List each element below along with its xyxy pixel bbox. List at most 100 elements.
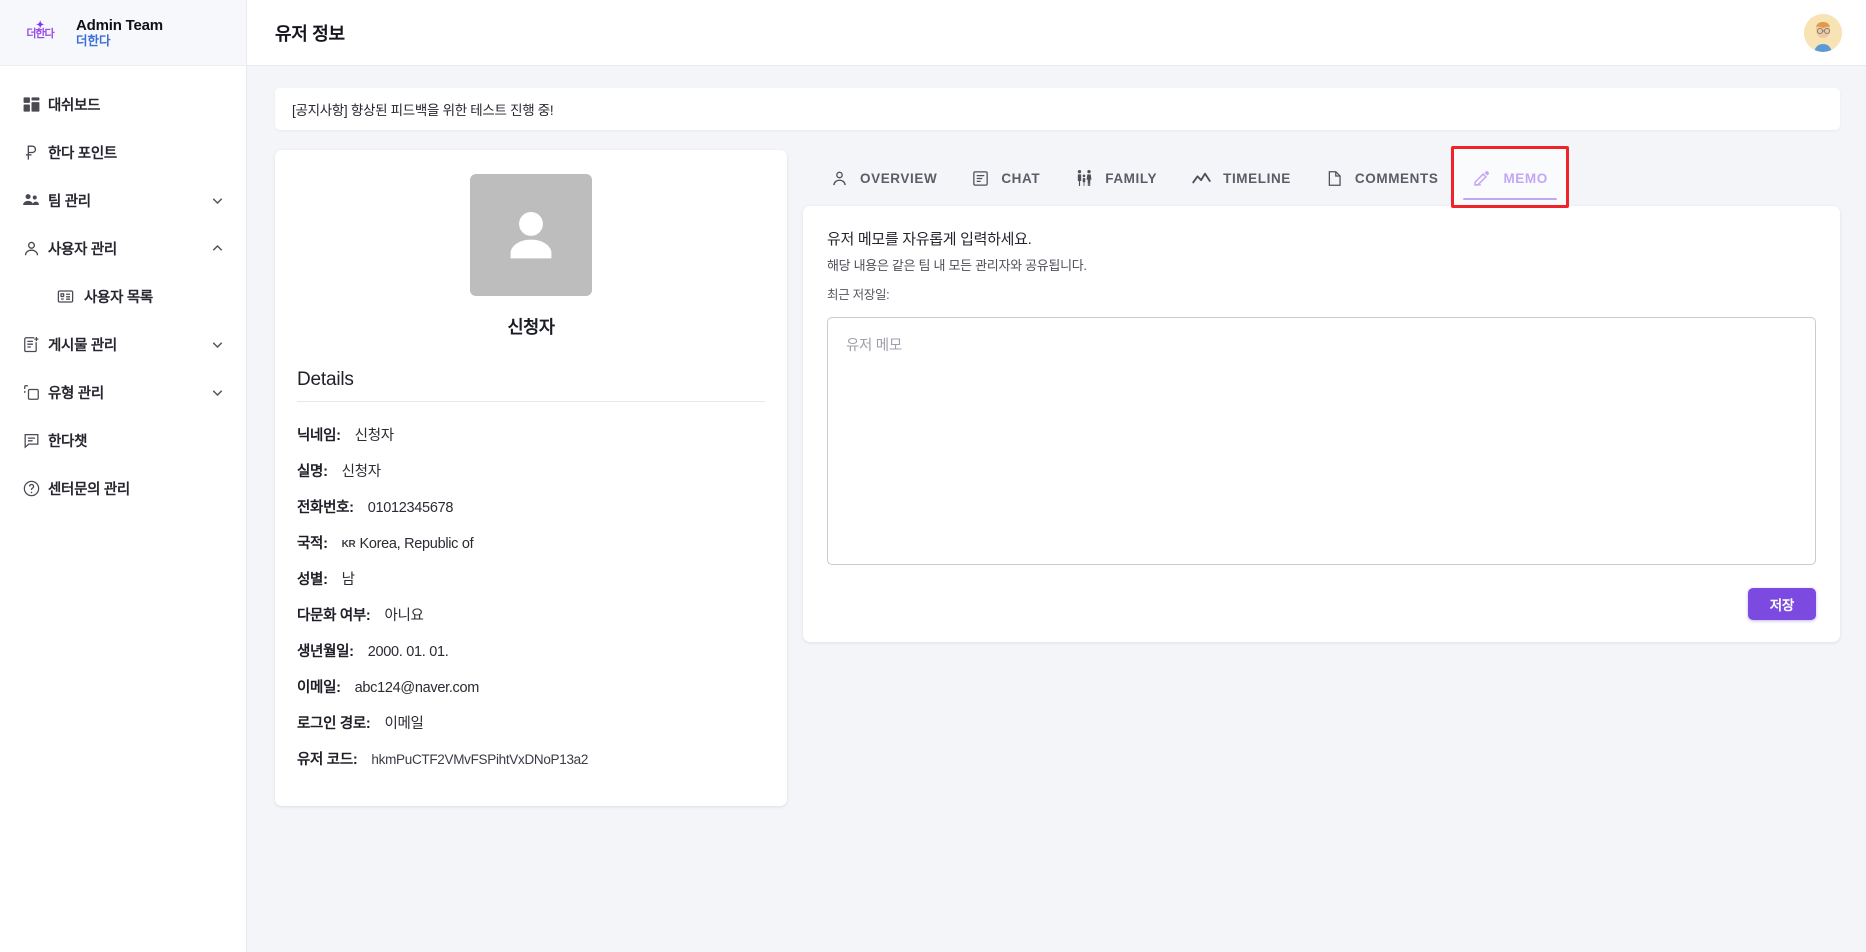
sidebar-item-7[interactable]: 한다챗 <box>0 416 246 464</box>
handa-logo-icon: 더한다 ✦ <box>18 20 62 46</box>
user-icon <box>14 236 48 260</box>
right-panel: OVERVIEW CHAT FAMILY TIMELINE COMMENTS MEMO 유… <box>803 146 1840 642</box>
sidebar-item-8[interactable]: 센터문의 관리 <box>0 464 246 512</box>
sparkle-icon: ✦ <box>36 19 44 31</box>
help-circle-icon <box>14 476 48 500</box>
tab-label: COMMENTS <box>1354 170 1439 186</box>
tab-label: CHAT <box>1001 170 1041 186</box>
detail-row: 로그인 경로: 이메일 <box>297 704 765 740</box>
detail-row: 생년월일: 2000. 01. 01. <box>297 632 765 668</box>
tab-overview[interactable]: OVERVIEW <box>813 150 954 206</box>
detail-value-text: 2000. 01. 01. <box>367 643 449 660</box>
notice-text: [공지사항] 향상된 피드백을 위한 테스트 진행 중! <box>292 103 554 118</box>
brand-subtitle: 더한다 <box>76 33 111 48</box>
brand-header[interactable]: 더한다 ✦ Admin Team 더한다 <box>0 0 246 66</box>
page-title: 유저 정보 <box>275 23 345 44</box>
pencil-edit-icon <box>1472 168 1492 188</box>
detail-value-text: 신청자 <box>354 427 394 444</box>
sidebar-item-4[interactable]: 사용자 목록 <box>0 272 246 320</box>
user-avatar-icon <box>1804 13 1842 52</box>
detail-value-text: abc124@naver.com <box>354 679 480 696</box>
sidebar-item-label: 팀 관리 <box>48 193 91 210</box>
detail-value: abc124@naver.com <box>354 679 480 696</box>
detail-value: hkmPuCTF2VMvFSPihtVxDNoP13a2 <box>371 752 588 767</box>
detail-key: 생년월일: <box>297 643 354 660</box>
tab-bar: OVERVIEW CHAT FAMILY TIMELINE COMMENTS MEMO <box>803 150 1840 206</box>
detail-row: 실명: 신청자 <box>297 452 765 488</box>
avatar[interactable] <box>1804 13 1842 52</box>
detail-row: 성별: 남 <box>297 560 765 596</box>
country-code-icon: KR <box>341 538 356 550</box>
sidebar-item-label: 사용자 관리 <box>48 241 117 258</box>
sidebar-item-1[interactable]: 한다 포인트 <box>0 128 246 176</box>
tab-family[interactable]: FAMILY <box>1057 150 1174 206</box>
sidebar-item-5[interactable]: 게시물 관리 <box>0 320 246 368</box>
sidebar-item-0[interactable]: 대쉬보드 <box>0 80 246 128</box>
detail-key: 성별: <box>297 571 328 588</box>
notice-banner[interactable]: [공지사항] 향상된 피드백을 위한 테스트 진행 중! <box>275 88 1840 130</box>
list-card-icon <box>46 284 84 308</box>
detail-value: 남 <box>342 568 355 589</box>
detail-value-text: 신청자 <box>341 463 381 480</box>
post-add-icon <box>14 332 48 356</box>
detail-row: 다문화 여부: 아니요 <box>297 596 765 632</box>
chevron-down-icon[interactable] <box>209 384 226 401</box>
detail-value: 2000. 01. 01. <box>368 644 449 660</box>
detail-value-text: 01012345678 <box>367 499 454 516</box>
details-title: Details <box>297 369 354 390</box>
person-outline-icon <box>830 169 849 188</box>
detail-value: 01012345678 <box>367 499 454 516</box>
memo-heading: 유저 메모를 자유롭게 입력하세요. <box>827 231 1032 248</box>
memo-saved-date-label: 최근 저장일: <box>827 288 890 302</box>
dashboard-icon <box>14 92 48 116</box>
detail-key: 닉네임: <box>297 427 341 444</box>
detail-key: 이메일: <box>297 679 341 696</box>
chevron-down-icon[interactable] <box>209 192 226 209</box>
sidebar-item-label: 게시물 관리 <box>48 337 117 354</box>
detail-value-text: 이메일 <box>384 715 424 732</box>
memo-subheading: 해당 내용은 같은 팀 내 모든 관리자와 공유됩니다. <box>827 258 1087 273</box>
memo-input[interactable] <box>827 317 1816 565</box>
tab-chat[interactable]: CHAT <box>954 150 1057 206</box>
detail-row: 이메일: abc124@naver.com <box>297 668 765 704</box>
tab-memo[interactable]: MEMO <box>1455 150 1564 206</box>
profile-card: 신청자 Details 닉네임: 신청자 실명: 신청자 전화번호: 0101234567… <box>275 150 787 806</box>
team-icon <box>14 188 48 212</box>
tab-timeline[interactable]: TIMELINE <box>1174 150 1308 206</box>
detail-key: 실명: <box>297 463 328 480</box>
detail-value: 신청자 <box>342 460 381 481</box>
app-root: 더한다 ✦ Admin Team 더한다 대쉬보드한다 포인트팀 관리사용자 관… <box>0 0 1866 952</box>
detail-value: 이메일 <box>384 712 423 733</box>
tab-label: MEMO <box>1503 170 1548 186</box>
detail-key: 다문화 여부: <box>297 607 371 624</box>
tab-label: TIMELINE <box>1223 170 1291 186</box>
trending-line-icon <box>1191 168 1212 189</box>
topbar: 유저 정보 <box>247 0 1866 66</box>
detail-value: 신청자 <box>355 424 394 445</box>
sidebar-item-label: 센터문의 관리 <box>48 481 130 498</box>
chat-icon <box>14 428 48 452</box>
memo-footer: 저장 <box>827 588 1816 620</box>
sidebar-item-2[interactable]: 팀 관리 <box>0 176 246 224</box>
sidebar-item-3[interactable]: 사용자 관리 <box>0 224 246 272</box>
detail-key: 유저 코드: <box>297 751 358 768</box>
main-area: 유저 정보 [공지사항] 향상된 피드백을 위한 테스트 진행 중! 신청자 D… <box>247 0 1866 952</box>
detail-row: 닉네임: 신청자 <box>297 416 765 452</box>
chevron-down-icon[interactable] <box>209 336 226 353</box>
person-placeholder-icon <box>470 174 592 296</box>
sidebar-item-label: 유형 관리 <box>48 385 104 402</box>
detail-key: 전화번호: <box>297 499 354 516</box>
detail-value-text: 남 <box>341 571 355 588</box>
tabs-wrapper: OVERVIEW CHAT FAMILY TIMELINE COMMENTS MEMO <box>803 146 1840 208</box>
sidebar-item-6[interactable]: 유형 관리 <box>0 368 246 416</box>
chevron-up-icon[interactable] <box>209 240 226 257</box>
sidebar-item-label: 한다 포인트 <box>48 145 117 162</box>
tab-label: OVERVIEW <box>860 170 938 186</box>
detail-value-text: hkmPuCTF2VMvFSPihtVxDNoP13a2 <box>371 751 589 767</box>
detail-key: 로그인 경로: <box>297 715 371 732</box>
tab-comments[interactable]: COMMENTS <box>1308 150 1456 206</box>
tab-label: FAMILY <box>1105 170 1158 186</box>
document-icon <box>1325 169 1344 188</box>
save-button[interactable]: 저장 <box>1747 588 1816 620</box>
brand-title: Admin Team <box>76 16 163 34</box>
